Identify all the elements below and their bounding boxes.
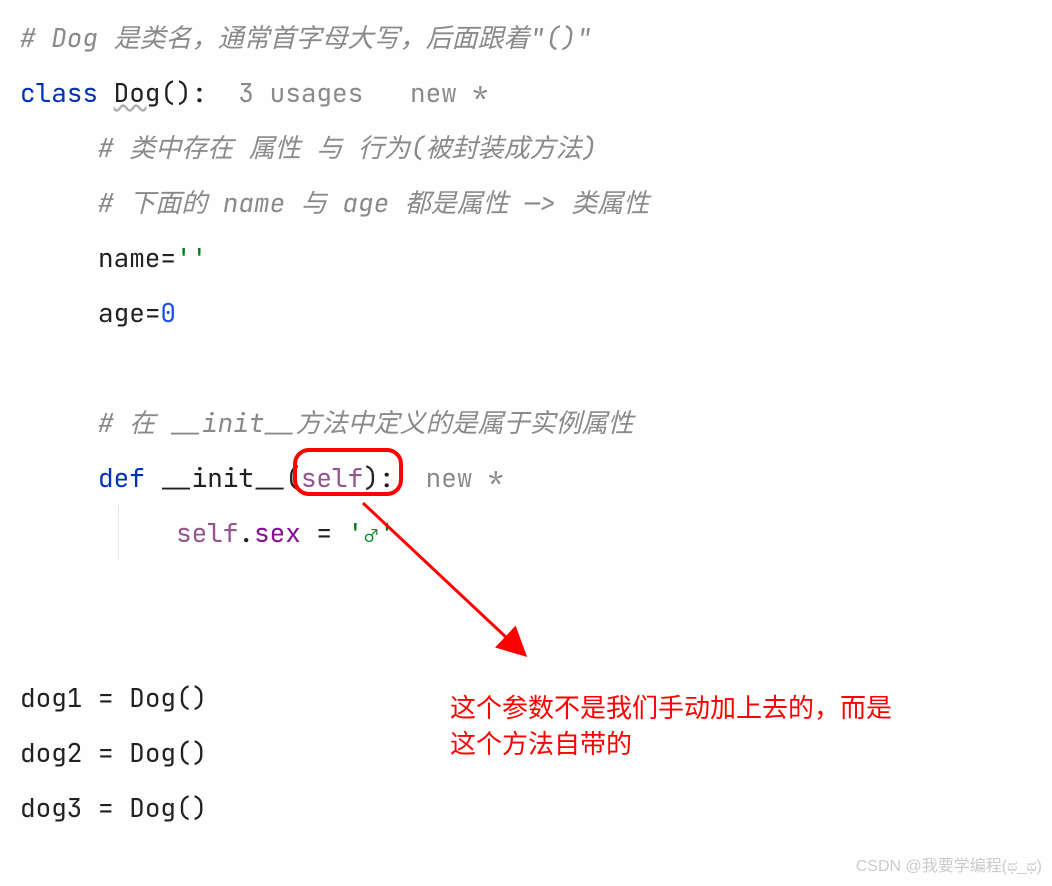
code-line-5: name=''	[20, 230, 1032, 285]
self-param: self	[301, 457, 363, 499]
annotation-line-1: 这个参数不是我们手动加上去的，而是	[450, 690, 892, 726]
call-dog: Dog()	[129, 677, 207, 719]
self-ref: self	[176, 512, 238, 554]
new-hint[interactable]: new *	[394, 457, 503, 499]
code-line-9: self.sex = '♂'	[20, 505, 1032, 560]
equals: =	[82, 677, 129, 719]
ident-age: age	[98, 292, 145, 334]
string-literal: '♂'	[348, 512, 395, 554]
indent-guide	[118, 505, 119, 560]
usages-hint[interactable]: 3 usages	[207, 72, 410, 114]
ident-dog3: dog3	[20, 787, 82, 829]
equals: =	[160, 237, 176, 279]
keyword-class: class	[20, 72, 114, 114]
ident-dog2: dog2	[20, 732, 82, 774]
code-line-8: def __init__(self): new *	[20, 450, 1032, 505]
parens: ()	[160, 72, 191, 114]
blank-line	[20, 560, 1032, 615]
keyword-def: def	[98, 457, 160, 499]
comment-text: # 下面的 name 与 age 都是属性 —> 类属性	[98, 182, 649, 224]
code-line-2: class Dog(): 3 usages new *	[20, 65, 1032, 120]
code-line-3: # 类中存在 属性 与 行为(被封装成方法)	[20, 120, 1032, 175]
func-name: __init__	[160, 457, 285, 499]
equals: =	[145, 292, 161, 334]
code-line-12: dog3 = Dog()	[20, 780, 1032, 835]
new-hint[interactable]: new *	[410, 72, 488, 114]
ident-name: name	[98, 237, 160, 279]
blank-line	[20, 615, 1032, 670]
close-paren: )	[363, 457, 379, 499]
dot: .	[238, 512, 254, 554]
annotation-line-2: 这个方法自带的	[450, 726, 892, 762]
open-paren: (	[285, 457, 301, 499]
ident-dog1: dog1	[20, 677, 82, 719]
blank-line	[20, 340, 1032, 395]
string-literal: ''	[176, 237, 207, 279]
comment-text: # 在 __init__方法中定义的是属于实例属性	[98, 402, 634, 444]
watermark-text: CSDN @我要学编程(ಥ_ಥ)	[856, 854, 1042, 880]
equals: =	[301, 512, 348, 554]
number-literal: 0	[160, 292, 176, 334]
code-line-1: # Dog 是类名，通常首字母大写，后面跟着"()"	[20, 10, 1032, 65]
equals: =	[82, 787, 129, 829]
code-line-4: # 下面的 name 与 age 都是属性 —> 类属性	[20, 175, 1032, 230]
comment-text: # 类中存在 属性 与 行为(被封装成方法)	[98, 127, 597, 169]
annotation-text: 这个参数不是我们手动加上去的，而是 这个方法自带的	[450, 690, 892, 763]
code-line-6: age=0	[20, 285, 1032, 340]
call-dog: Dog()	[129, 732, 207, 774]
colon: :	[192, 72, 208, 114]
attr-sex: sex	[254, 512, 301, 554]
call-dog: Dog()	[129, 787, 207, 829]
equals: =	[82, 732, 129, 774]
code-line-7: # 在 __init__方法中定义的是属于实例属性	[20, 395, 1032, 450]
colon: :	[379, 457, 395, 499]
class-name: Dog	[114, 72, 161, 114]
comment-text: # Dog 是类名，通常首字母大写，后面跟着"()"	[20, 17, 592, 59]
